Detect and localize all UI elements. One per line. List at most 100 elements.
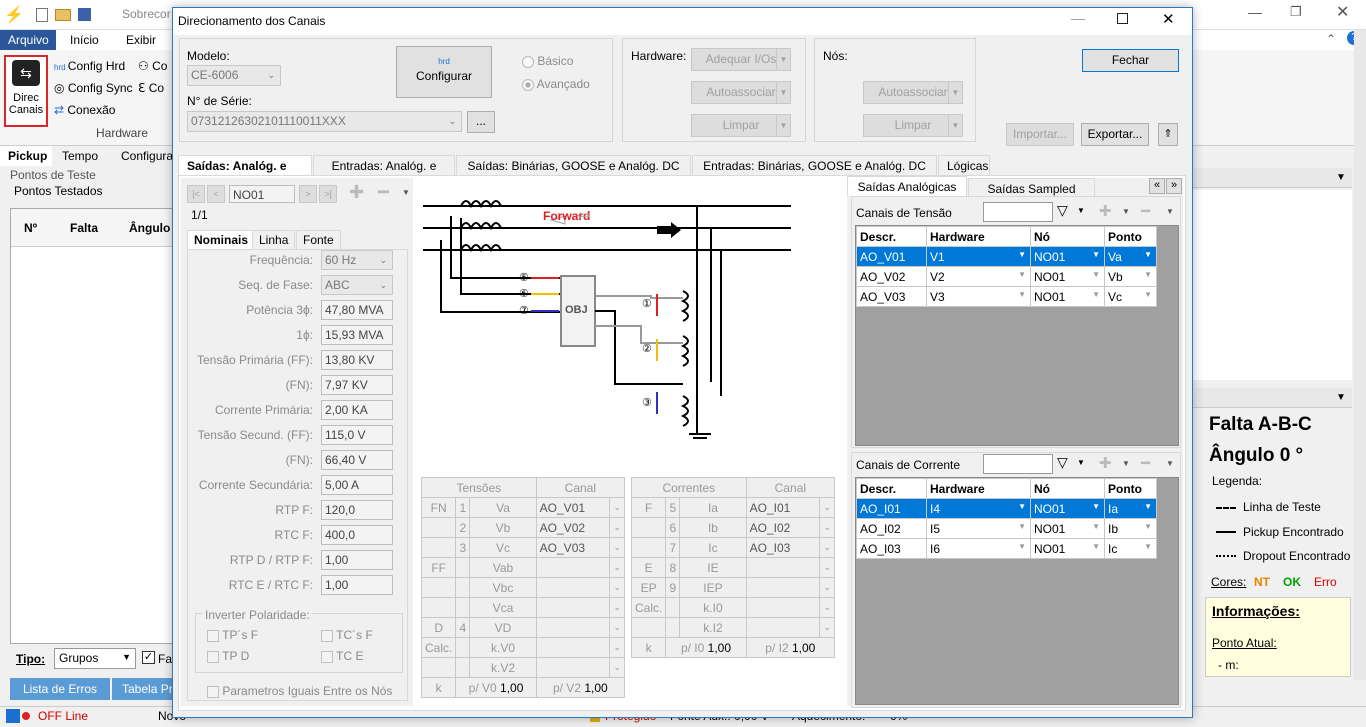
corrente-filter-input[interactable]: [983, 454, 1053, 474]
tab-entradas-binarias[interactable]: Entradas: Binárias, GOOSE e Analóg. DC: [692, 155, 937, 175]
grid-col-header[interactable]: Ponto: [1104, 478, 1157, 499]
grid-cell-d[interactable]: AO_V01: [856, 246, 927, 267]
pontos-testados-grid[interactable]: [10, 208, 174, 644]
scroll-right-icon[interactable]: »: [1166, 178, 1182, 194]
add-icon[interactable]: ✚: [349, 182, 364, 203]
nos-limpar-button[interactable]: Limpar ▼: [863, 114, 963, 137]
tcs-f-checkbox[interactable]: TC´s F: [321, 628, 373, 642]
grid-col-header[interactable]: Hardware: [926, 226, 1031, 247]
canal-cell[interactable]: AO_I02: [745, 517, 821, 538]
grid-cell-n[interactable]: NO01 ▼: [1030, 518, 1105, 539]
panel-dropdown-icon[interactable]: ▼: [1336, 172, 1346, 183]
panel-dropdown-icon-2[interactable]: ▼: [1336, 392, 1346, 403]
modelo-select[interactable]: CE-6006 ⌄: [187, 65, 281, 86]
chevron-down-icon[interactable]: ⌄: [609, 597, 625, 618]
table-row[interactable]: AO_I03 I6 ▼ NO01 ▼ Ic ▼: [856, 538, 1157, 559]
serie-browse-button[interactable]: ...: [467, 111, 495, 133]
grid-col-header[interactable]: Nó: [1030, 478, 1105, 499]
canal-cell[interactable]: AO_V01: [535, 497, 611, 518]
canal-cell[interactable]: [745, 617, 821, 638]
subtab-nominais[interactable]: Nominais: [187, 230, 256, 249]
grid-cell-p[interactable]: Va ▼: [1104, 246, 1157, 267]
right-scrollbar[interactable]: [1354, 30, 1366, 680]
param-value[interactable]: 2,00 KA: [321, 400, 393, 420]
tab-lista-de-erros[interactable]: Lista de Erros: [10, 678, 110, 700]
chevron-down-icon[interactable]: ⌄: [609, 517, 625, 538]
tab-inicio[interactable]: Início: [62, 30, 107, 50]
dialog-minimize-icon[interactable]: —: [1071, 10, 1085, 26]
grid-cell-d[interactable]: AO_I01: [856, 498, 927, 519]
grid-cell-h[interactable]: V2 ▼: [926, 266, 1031, 287]
canal-cell[interactable]: [745, 557, 821, 578]
tab-pickup[interactable]: Pickup: [0, 146, 52, 166]
tab-saidas-analog-sv[interactable]: Saídas: Analóg. e SV: [178, 155, 312, 193]
grid-col-header[interactable]: Nó: [1030, 226, 1105, 247]
chevron-down-icon[interactable]: ⌄: [609, 637, 625, 658]
grid-cell-h[interactable]: I5 ▼: [926, 518, 1031, 539]
canal-cell[interactable]: [745, 577, 821, 598]
new-file-icon[interactable]: [36, 8, 48, 22]
importar-button[interactable]: Importar...: [1006, 123, 1074, 146]
avancado-radio[interactable]: Avançado: [522, 77, 590, 91]
param-value[interactable]: 66,40 V: [321, 450, 393, 470]
param-value[interactable]: ABC ⌄: [321, 275, 393, 295]
canal-cell[interactable]: [535, 657, 611, 678]
param-value[interactable]: 120,0: [321, 500, 393, 520]
app-minimize-icon[interactable]: —: [1248, 4, 1262, 20]
chevron-down-icon[interactable]: ▼: [1077, 458, 1085, 467]
chevron-down-icon[interactable]: ⌄: [609, 577, 625, 598]
chevron-down-icon[interactable]: ⌄: [819, 517, 835, 538]
grid-cell-n[interactable]: NO01 ▼: [1030, 266, 1105, 287]
tab-exibir[interactable]: Exibir: [118, 30, 164, 50]
expand-collapse-icon[interactable]: ⇑: [1158, 123, 1178, 146]
grid-col-header[interactable]: Descr.: [856, 226, 927, 247]
conexao-button[interactable]: ⇄ Conexão: [54, 100, 115, 120]
chevron-down-icon[interactable]: ⌄: [609, 537, 625, 558]
add-icon[interactable]: ✚: [1099, 202, 1112, 220]
grid-col-header[interactable]: Hardware: [926, 478, 1031, 499]
canal-cell[interactable]: [535, 577, 611, 598]
save-icon[interactable]: [78, 8, 91, 21]
grid-cell-d[interactable]: AO_I02: [856, 518, 927, 539]
canal-cell[interactable]: AO_V03: [535, 537, 611, 558]
grid-cell-p[interactable]: Vb ▼: [1104, 266, 1157, 287]
param-value[interactable]: 1,00: [321, 550, 393, 570]
tab-saidas-sampled-value[interactable]: Saídas Sampled Value: [968, 178, 1095, 216]
table-row[interactable]: AO_I01 I4 ▼ NO01 ▼ Ia ▼: [856, 498, 1157, 519]
grid-cell-d[interactable]: AO_V03: [856, 286, 927, 307]
co-button-1[interactable]: ⚇ Co: [138, 56, 167, 76]
k0-cell[interactable]: p/ V0 1,00: [455, 677, 537, 698]
tp-d-checkbox[interactable]: TP D: [207, 649, 249, 663]
canal-cell[interactable]: [535, 617, 611, 638]
k0-cell[interactable]: p/ I0 1,00: [665, 637, 747, 658]
param-value[interactable]: 47,80 MVA: [321, 300, 393, 320]
hw-limpar-button[interactable]: Limpar ▼: [691, 114, 791, 137]
param-value[interactable]: 15,93 MVA: [321, 325, 393, 345]
grid-col-header[interactable]: Ponto: [1104, 226, 1157, 247]
canal-cell[interactable]: AO_I01: [745, 497, 821, 518]
open-folder-icon[interactable]: [55, 9, 71, 21]
app-close-icon[interactable]: ✕: [1336, 2, 1349, 22]
grid-cell-n[interactable]: NO01 ▼: [1030, 286, 1105, 307]
tc-e-checkbox[interactable]: TC E: [321, 649, 363, 663]
filter-icon[interactable]: ▽: [1057, 202, 1068, 219]
last-page-icon[interactable]: >|: [319, 185, 337, 203]
tps-f-checkbox[interactable]: TP´s F: [207, 628, 258, 642]
grid-cell-h[interactable]: V1 ▼: [926, 246, 1031, 267]
param-value[interactable]: 13,80 KV: [321, 350, 393, 370]
tab-tabela-pro[interactable]: Tabela Pro: [112, 678, 176, 700]
grid-cell-n[interactable]: NO01 ▼: [1030, 498, 1105, 519]
grid-cell-p[interactable]: Ib ▼: [1104, 518, 1157, 539]
config-hrd-button[interactable]: hrd Config Hrd: [54, 56, 125, 76]
subtab-linha[interactable]: Linha: [252, 230, 296, 249]
grid-cell-n[interactable]: NO01 ▼: [1030, 538, 1105, 559]
table-row[interactable]: AO_V01 V1 ▼ NO01 ▼ Va ▼: [856, 246, 1157, 267]
parametros-iguais-checkbox[interactable]: Parametros Iguais Entre os Nós: [207, 684, 392, 698]
adequar-ios-button[interactable]: Adequar I/Os ▼: [691, 48, 791, 71]
grid-cell-h[interactable]: V3 ▼: [926, 286, 1031, 307]
grid-cell-p[interactable]: Ia ▼: [1104, 498, 1157, 519]
chevron-down-icon[interactable]: ⌄: [609, 497, 625, 518]
chevron-down-icon[interactable]: ⌄: [609, 617, 625, 638]
tensao-filter-input[interactable]: [983, 202, 1053, 222]
config-sync-button[interactable]: ◎ Config Sync: [54, 78, 133, 98]
